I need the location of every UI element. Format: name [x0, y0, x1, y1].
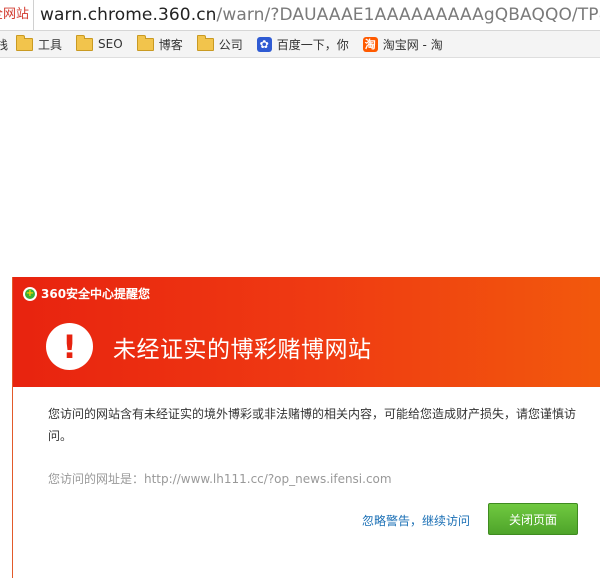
visited-url: 您访问的网址是：http://www.lh111.cc/?op_news.ife…: [48, 472, 392, 486]
bookmark-label: 公司: [218, 37, 243, 52]
bookmark-tools[interactable]: 工具: [16, 34, 63, 53]
bookmark-label: 博客: [158, 37, 183, 52]
warning-header: + 360安全中心提醒您 ! 未经证实的博彩赌博网站: [13, 277, 600, 387]
bookmark-company[interactable]: 公司: [196, 34, 243, 53]
brand: + 360安全中心提醒您: [23, 285, 150, 302]
warning-message: 您访问的网站含有未经证实的境外博彩或非法赌博的相关内容，可能给您造成财产损失，请…: [48, 407, 577, 443]
folder-icon: [196, 34, 214, 51]
taobao-icon: 淘: [362, 36, 378, 52]
bookmark-baidu[interactable]: ✿ 百度一下，你: [256, 36, 349, 53]
bookmark-taobao[interactable]: 淘 淘宝网 - 淘: [362, 36, 443, 53]
site-info-label[interactable]: 全网站: [0, 0, 35, 30]
folder-icon: [16, 34, 34, 51]
warning-title: 未经证实的博彩赌博网站: [113, 337, 372, 363]
bookmark-label: 淘宝网 - 淘: [382, 37, 443, 52]
warning-panel: + 360安全中心提醒您 ! 未经证实的博彩赌博网站 您访问的网站含有未经证实的…: [12, 277, 600, 578]
bookmarks-bar: 栈 工具 SEO 博客 公司 ✿ 百度一下，你 淘 淘宝网 - 淘: [0, 31, 600, 58]
bookmark-seo[interactable]: SEO: [76, 34, 123, 51]
folder-icon: [136, 34, 154, 51]
bookmark-label: SEO: [98, 37, 123, 51]
360-logo-icon: +: [23, 286, 37, 301]
bookmark-partial[interactable]: 栈: [0, 36, 8, 53]
folder-icon: [76, 34, 94, 51]
bookmark-blog[interactable]: 博客: [136, 34, 183, 53]
ignore-warning-link[interactable]: 忽略警告，继续访问: [362, 512, 470, 529]
url-text[interactable]: warn.chrome.360.cn/warn/?DAUAAAE1AAAAAAA…: [34, 5, 600, 25]
url-host: warn.chrome.360.cn: [40, 5, 217, 25]
alert-icon: !: [46, 323, 93, 370]
brand-label: 360安全中心提醒您: [41, 287, 151, 301]
bookmark-label: 百度一下，你: [276, 37, 349, 52]
url-path: /warn/?DAUAAAE1AAAAAAAAAgQBAQQO/TP8pmxba…: [216, 5, 600, 25]
close-page-button[interactable]: 关闭页面: [488, 503, 578, 535]
address-bar[interactable]: 全网站 warn.chrome.360.cn/warn/?DAUAAAE1AAA…: [0, 0, 600, 31]
bookmark-label: 工具: [38, 37, 63, 52]
baidu-paw-icon: ✿: [256, 36, 272, 52]
